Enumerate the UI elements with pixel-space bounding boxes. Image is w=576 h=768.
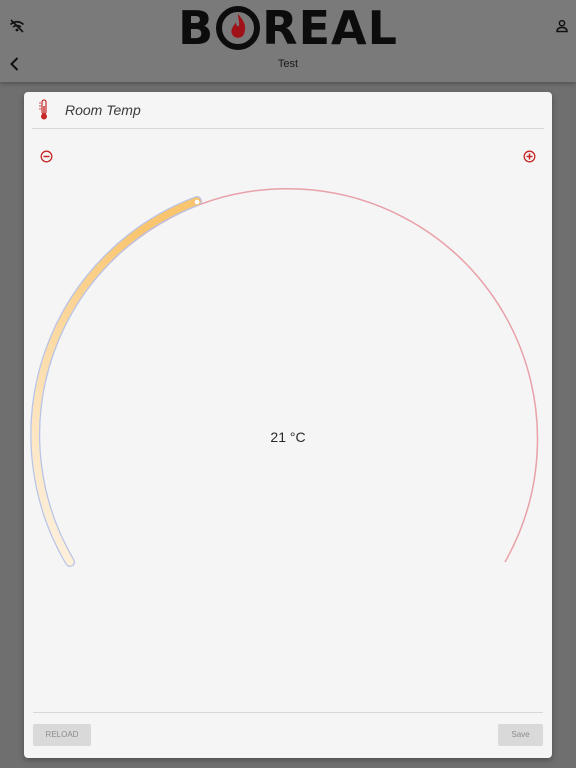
- temperature-dial[interactable]: [24, 178, 552, 578]
- flame-icon: [214, 5, 262, 51]
- plus-circle-icon[interactable]: [523, 150, 536, 163]
- page-subtitle: Test: [277, 58, 299, 70]
- room-temp-card: Room Temp 21 °C RELOAD Save: [24, 92, 552, 758]
- thermometer-icon: [39, 99, 47, 120]
- reload-button[interactable]: RELOAD: [33, 724, 91, 746]
- dial-range-arc: [36, 187, 539, 563]
- minus-circle-icon[interactable]: [40, 150, 53, 163]
- logo-text-rest: REAL: [262, 1, 398, 55]
- user-icon[interactable]: [554, 18, 570, 34]
- app-header: B REAL Test: [0, 0, 576, 82]
- card-title: Room Temp: [65, 102, 141, 118]
- boreal-logo: B REAL: [178, 4, 397, 52]
- wifi-off-icon: [9, 19, 25, 33]
- card-header: Room Temp: [32, 92, 544, 129]
- dial-handle[interactable]: [193, 198, 201, 206]
- footer-divider: [33, 712, 543, 713]
- temperature-value: 21 °C: [270, 429, 306, 445]
- logo-text-b: B: [178, 1, 215, 55]
- dial-active-fill: [31, 197, 201, 566]
- save-button[interactable]: Save: [498, 724, 543, 746]
